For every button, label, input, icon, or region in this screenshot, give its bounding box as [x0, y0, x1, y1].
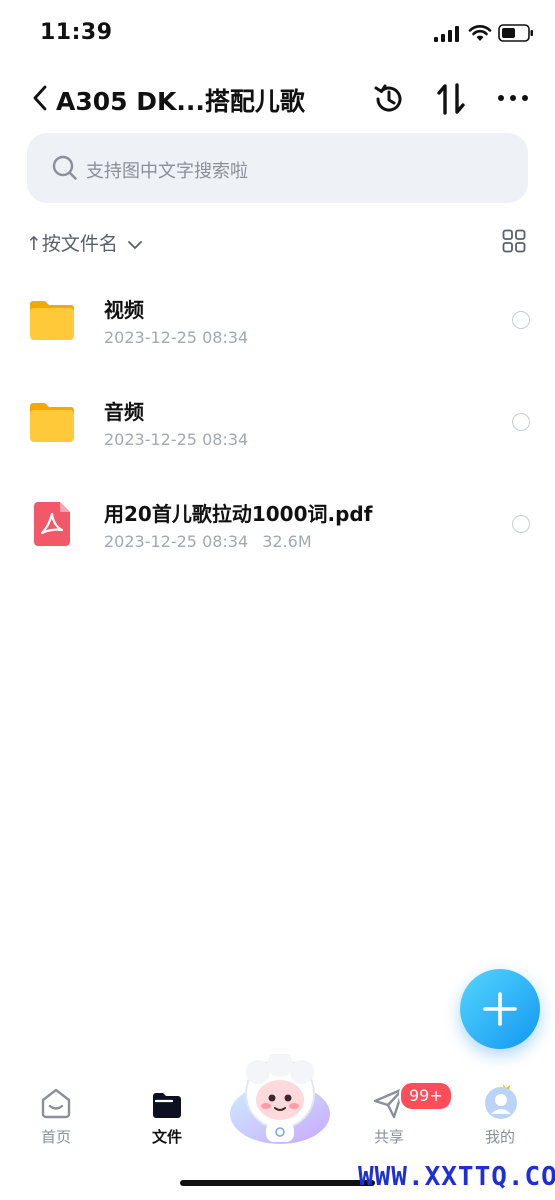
- home-icon[interactable]: [39, 1086, 73, 1120]
- grid-view-icon[interactable]: [502, 229, 526, 253]
- pdf-icon: [34, 502, 70, 546]
- notification-badge: 99+: [399, 1081, 453, 1111]
- plus-icon: [483, 992, 517, 1026]
- tab-share[interactable]: 共享: [359, 1126, 419, 1147]
- file-size: 32.6M: [262, 532, 312, 551]
- home-indicator: [180, 1180, 375, 1186]
- select-radio[interactable]: [512, 413, 530, 431]
- status-time: 11:39: [40, 20, 113, 45]
- tab-home[interactable]: 首页: [26, 1126, 86, 1147]
- sort-by-name-button[interactable]: ↑按文件名: [26, 229, 142, 256]
- folder-icon: [30, 301, 74, 340]
- chevron-down-icon: [128, 240, 142, 249]
- file-date: 2023-12-25 08:34: [104, 328, 249, 347]
- list-item[interactable]: [0, 272, 555, 372]
- file-meta: 2023-12-25 08:34: [104, 328, 262, 347]
- search-icon: [52, 155, 77, 180]
- page-title: A305 DK...搭配儿歌: [56, 87, 305, 116]
- tab-profile[interactable]: 我的: [470, 1126, 530, 1147]
- select-radio[interactable]: [512, 311, 530, 329]
- select-radio[interactable]: [512, 515, 530, 533]
- file-date: 2023-12-25 08:34: [104, 430, 249, 449]
- file-name: 音频: [104, 400, 144, 424]
- file-name: 用20首儿歌拉动1000词.pdf: [104, 502, 373, 526]
- file-name: 视频: [104, 298, 144, 322]
- list-item[interactable]: [0, 374, 555, 474]
- more-options-icon[interactable]: [496, 84, 530, 112]
- cellular-signal-icon: [434, 26, 459, 42]
- file-date: 2023-12-25 08:34: [104, 532, 249, 551]
- file-meta: 2023-12-25 08:34 32.6M: [104, 532, 326, 551]
- tab-files[interactable]: 文件: [137, 1126, 197, 1147]
- sort-arrows-icon[interactable]: [436, 82, 466, 116]
- back-icon[interactable]: [30, 84, 50, 112]
- folder-tab-icon[interactable]: [150, 1088, 184, 1122]
- profile-icon[interactable]: [483, 1082, 519, 1120]
- wifi-icon: [468, 25, 492, 41]
- file-meta: 2023-12-25 08:34: [104, 430, 262, 449]
- folder-icon: [30, 403, 74, 442]
- search-input[interactable]: 支持图中文字搜索啦: [86, 157, 248, 183]
- battery-icon: [498, 24, 533, 42]
- watermark: WWW.XXTTQ.COM: [358, 1162, 555, 1192]
- sort-up-arrow-icon: ↑: [26, 233, 42, 255]
- sort-label: 按文件名: [41, 233, 118, 255]
- history-icon[interactable]: [372, 82, 406, 116]
- mascot-icon[interactable]: [228, 1054, 332, 1146]
